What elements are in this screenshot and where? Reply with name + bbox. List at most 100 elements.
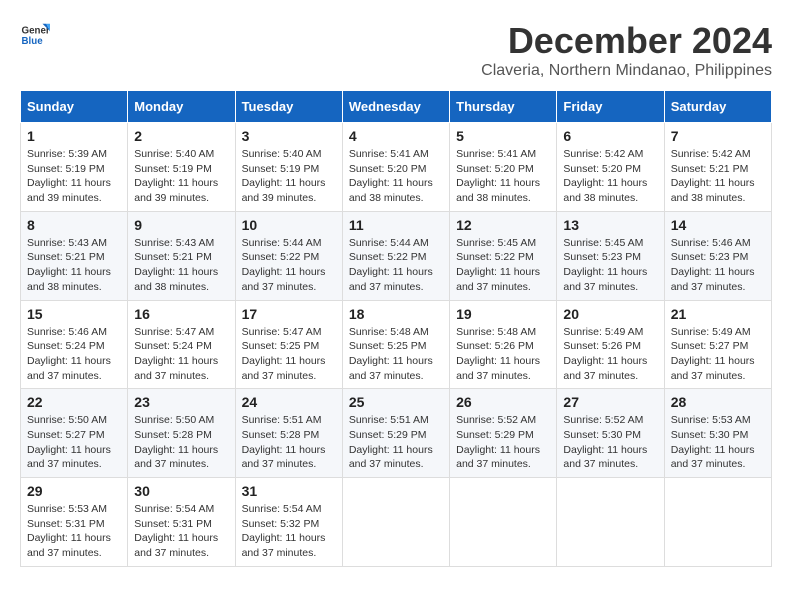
calendar-cell: 15 Sunrise: 5:46 AM Sunset: 5:24 PM Dayli… bbox=[21, 300, 128, 389]
calendar-cell: 14Sunrise: 5:46 AM Sunset: 5:23 PM Dayli… bbox=[664, 211, 771, 300]
calendar-cell: 21 Sunrise: 5:49 AM Sunset: 5:27 PM Dayli… bbox=[664, 300, 771, 389]
calendar-cell bbox=[664, 478, 771, 567]
day-number: 19 bbox=[456, 306, 550, 322]
day-number: 1 bbox=[27, 128, 121, 144]
day-number: 2 bbox=[134, 128, 228, 144]
logo-icon: General Blue bbox=[20, 20, 50, 50]
day-number: 18 bbox=[349, 306, 443, 322]
calendar-cell: 2 Sunrise: 5:40 AM Sunset: 5:19 PM Daylig… bbox=[128, 123, 235, 212]
month-title: December 2024 bbox=[481, 20, 772, 62]
location-title: Claveria, Northern Mindanao, Philippines bbox=[481, 62, 772, 80]
day-number: 16 bbox=[134, 306, 228, 322]
day-number: 21 bbox=[671, 306, 765, 322]
day-info: Sunrise: 5:52 AM Sunset: 5:29 PM Dayligh… bbox=[456, 413, 550, 472]
calendar-cell: 10 Sunrise: 5:44 AM Sunset: 5:22 PM Dayli… bbox=[235, 211, 342, 300]
calendar-week-row: 15 Sunrise: 5:46 AM Sunset: 5:24 PM Dayli… bbox=[21, 300, 772, 389]
day-info: Sunrise: 5:43 AM Sunset: 5:21 PM Dayligh… bbox=[134, 236, 228, 295]
title-area: December 2024 Claveria, Northern Mindana… bbox=[481, 20, 772, 80]
calendar-cell: 4 Sunrise: 5:41 AM Sunset: 5:20 PM Daylig… bbox=[342, 123, 449, 212]
day-info: Sunrise: 5:50 AM Sunset: 5:27 PM Dayligh… bbox=[27, 413, 121, 472]
day-number: 4 bbox=[349, 128, 443, 144]
day-info: Sunrise: 5:42 AM Sunset: 5:20 PM Dayligh… bbox=[563, 147, 657, 206]
day-number: 17 bbox=[242, 306, 336, 322]
day-info: Sunrise: 5:40 AM Sunset: 5:19 PM Dayligh… bbox=[242, 147, 336, 206]
day-info: Sunrise: 5:53 AM Sunset: 5:30 PM Dayligh… bbox=[671, 413, 765, 472]
day-info: Sunrise: 5:43 AM Sunset: 5:21 PM Dayligh… bbox=[27, 236, 121, 295]
day-number: 11 bbox=[349, 217, 443, 233]
calendar-cell: 17 Sunrise: 5:47 AM Sunset: 5:25 PM Dayli… bbox=[235, 300, 342, 389]
day-number: 22 bbox=[27, 394, 121, 410]
logo: General Blue bbox=[20, 20, 50, 50]
calendar-cell: 31 Sunrise: 5:54 AM Sunset: 5:32 PM Dayli… bbox=[235, 478, 342, 567]
calendar-cell: 19 Sunrise: 5:48 AM Sunset: 5:26 PM Dayli… bbox=[450, 300, 557, 389]
day-info: Sunrise: 5:44 AM Sunset: 5:22 PM Dayligh… bbox=[242, 236, 336, 295]
calendar-cell: 12 Sunrise: 5:45 AM Sunset: 5:22 PM Dayli… bbox=[450, 211, 557, 300]
day-info: Sunrise: 5:51 AM Sunset: 5:29 PM Dayligh… bbox=[349, 413, 443, 472]
day-info: Sunrise: 5:46 AM Sunset: 5:24 PM Dayligh… bbox=[27, 325, 121, 384]
calendar-cell bbox=[450, 478, 557, 567]
day-info: Sunrise: 5:54 AM Sunset: 5:32 PM Dayligh… bbox=[242, 502, 336, 561]
calendar-week-row: 1 Sunrise: 5:39 AM Sunset: 5:19 PM Daylig… bbox=[21, 123, 772, 212]
calendar-cell: 29 Sunrise: 5:53 AM Sunset: 5:31 PM Dayli… bbox=[21, 478, 128, 567]
calendar-cell: 24Sunrise: 5:51 AM Sunset: 5:28 PM Dayli… bbox=[235, 389, 342, 478]
day-info: Sunrise: 5:47 AM Sunset: 5:25 PM Dayligh… bbox=[242, 325, 336, 384]
day-number: 14 bbox=[671, 217, 765, 233]
day-number: 23 bbox=[134, 394, 228, 410]
calendar-week-row: 22 Sunrise: 5:50 AM Sunset: 5:27 PM Dayli… bbox=[21, 389, 772, 478]
svg-text:Blue: Blue bbox=[22, 36, 44, 47]
calendar-cell: 3 Sunrise: 5:40 AM Sunset: 5:19 PM Daylig… bbox=[235, 123, 342, 212]
day-number: 8 bbox=[27, 217, 121, 233]
day-number: 25 bbox=[349, 394, 443, 410]
page-header: General Blue December 2024 Claveria, Nor… bbox=[20, 20, 772, 80]
calendar-table: SundayMondayTuesdayWednesdayThursdayFrid… bbox=[20, 90, 772, 567]
day-info: Sunrise: 5:45 AM Sunset: 5:23 PM Dayligh… bbox=[563, 236, 657, 295]
day-info: Sunrise: 5:51 AM Sunset: 5:28 PM Dayligh… bbox=[242, 413, 336, 472]
calendar-week-row: 29 Sunrise: 5:53 AM Sunset: 5:31 PM Dayli… bbox=[21, 478, 772, 567]
calendar-cell: 28Sunrise: 5:53 AM Sunset: 5:30 PM Dayli… bbox=[664, 389, 771, 478]
day-info: Sunrise: 5:48 AM Sunset: 5:25 PM Dayligh… bbox=[349, 325, 443, 384]
day-info: Sunrise: 5:53 AM Sunset: 5:31 PM Dayligh… bbox=[27, 502, 121, 561]
day-info: Sunrise: 5:42 AM Sunset: 5:21 PM Dayligh… bbox=[671, 147, 765, 206]
calendar-cell: 5Sunrise: 5:41 AM Sunset: 5:20 PM Daylig… bbox=[450, 123, 557, 212]
calendar-cell: 16 Sunrise: 5:47 AM Sunset: 5:24 PM Dayli… bbox=[128, 300, 235, 389]
day-info: Sunrise: 5:41 AM Sunset: 5:20 PM Dayligh… bbox=[349, 147, 443, 206]
calendar-cell: 1 Sunrise: 5:39 AM Sunset: 5:19 PM Daylig… bbox=[21, 123, 128, 212]
day-info: Sunrise: 5:47 AM Sunset: 5:24 PM Dayligh… bbox=[134, 325, 228, 384]
weekday-header-monday: Monday bbox=[128, 91, 235, 123]
calendar-week-row: 8 Sunrise: 5:43 AM Sunset: 5:21 PM Daylig… bbox=[21, 211, 772, 300]
day-number: 31 bbox=[242, 483, 336, 499]
day-number: 9 bbox=[134, 217, 228, 233]
day-number: 3 bbox=[242, 128, 336, 144]
day-info: Sunrise: 5:49 AM Sunset: 5:26 PM Dayligh… bbox=[563, 325, 657, 384]
day-number: 12 bbox=[456, 217, 550, 233]
calendar-cell: 8 Sunrise: 5:43 AM Sunset: 5:21 PM Daylig… bbox=[21, 211, 128, 300]
weekday-header-wednesday: Wednesday bbox=[342, 91, 449, 123]
day-info: Sunrise: 5:50 AM Sunset: 5:28 PM Dayligh… bbox=[134, 413, 228, 472]
weekday-header-thursday: Thursday bbox=[450, 91, 557, 123]
day-number: 15 bbox=[27, 306, 121, 322]
day-number: 5 bbox=[456, 128, 550, 144]
day-number: 27 bbox=[563, 394, 657, 410]
day-info: Sunrise: 5:45 AM Sunset: 5:22 PM Dayligh… bbox=[456, 236, 550, 295]
calendar-cell: 6 Sunrise: 5:42 AM Sunset: 5:20 PM Daylig… bbox=[557, 123, 664, 212]
calendar-cell: 13Sunrise: 5:45 AM Sunset: 5:23 PM Dayli… bbox=[557, 211, 664, 300]
day-number: 29 bbox=[27, 483, 121, 499]
day-info: Sunrise: 5:40 AM Sunset: 5:19 PM Dayligh… bbox=[134, 147, 228, 206]
day-info: Sunrise: 5:39 AM Sunset: 5:19 PM Dayligh… bbox=[27, 147, 121, 206]
calendar-cell bbox=[342, 478, 449, 567]
day-info: Sunrise: 5:49 AM Sunset: 5:27 PM Dayligh… bbox=[671, 325, 765, 384]
calendar-cell: 20Sunrise: 5:49 AM Sunset: 5:26 PM Dayli… bbox=[557, 300, 664, 389]
calendar-cell: 26 Sunrise: 5:52 AM Sunset: 5:29 PM Dayli… bbox=[450, 389, 557, 478]
calendar-cell: 18 Sunrise: 5:48 AM Sunset: 5:25 PM Dayli… bbox=[342, 300, 449, 389]
calendar-cell: 9 Sunrise: 5:43 AM Sunset: 5:21 PM Daylig… bbox=[128, 211, 235, 300]
weekday-header-sunday: Sunday bbox=[21, 91, 128, 123]
day-number: 10 bbox=[242, 217, 336, 233]
day-number: 7 bbox=[671, 128, 765, 144]
svg-text:General: General bbox=[22, 26, 51, 37]
day-number: 6 bbox=[563, 128, 657, 144]
day-info: Sunrise: 5:44 AM Sunset: 5:22 PM Dayligh… bbox=[349, 236, 443, 295]
day-info: Sunrise: 5:54 AM Sunset: 5:31 PM Dayligh… bbox=[134, 502, 228, 561]
calendar-cell: 27Sunrise: 5:52 AM Sunset: 5:30 PM Dayli… bbox=[557, 389, 664, 478]
day-number: 26 bbox=[456, 394, 550, 410]
day-info: Sunrise: 5:48 AM Sunset: 5:26 PM Dayligh… bbox=[456, 325, 550, 384]
